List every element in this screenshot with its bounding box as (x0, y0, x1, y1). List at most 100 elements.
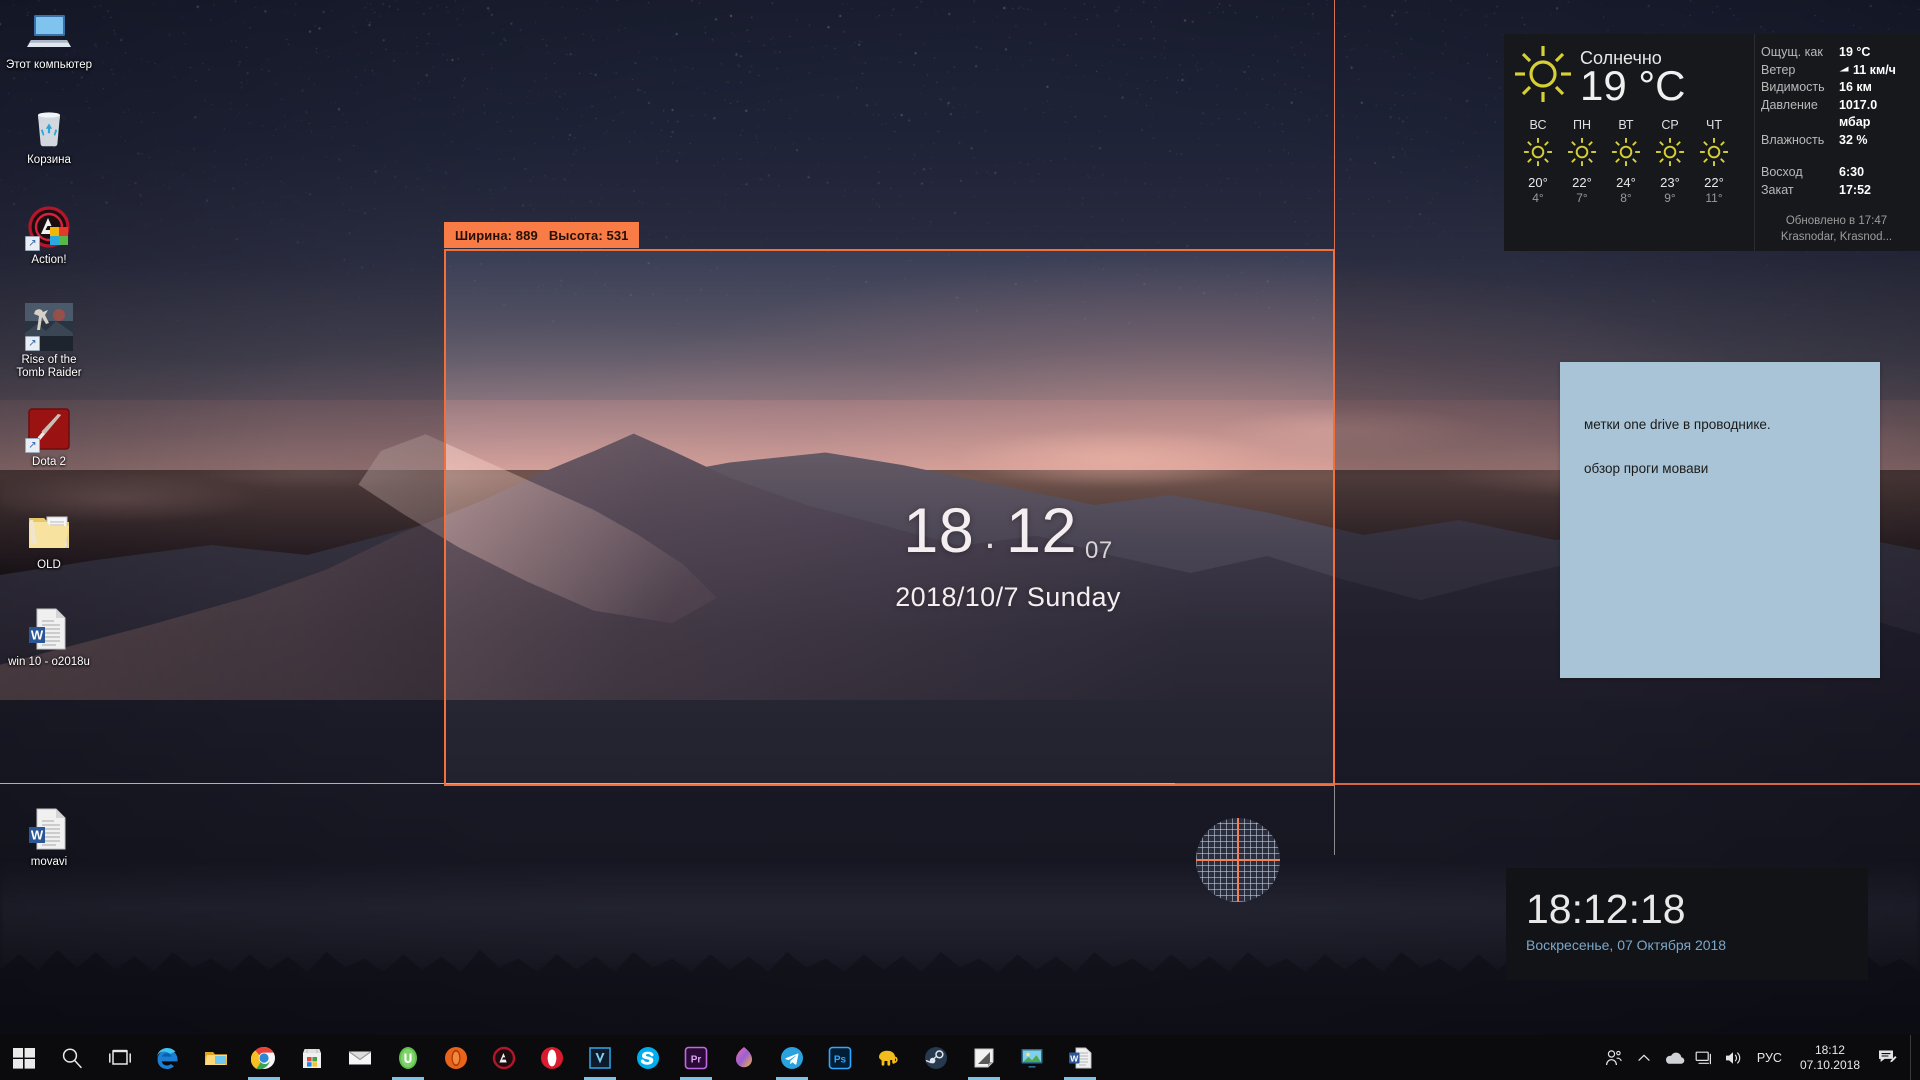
weather-detail-value: 11 км/ч (1839, 62, 1896, 80)
edge-icon (155, 1045, 181, 1071)
taskbar-item-steam[interactable] (912, 1035, 960, 1080)
onedrive-icon[interactable] (1659, 1035, 1689, 1080)
taskbar-item-edge[interactable] (144, 1035, 192, 1080)
taskbar-item-word[interactable]: W (1056, 1035, 1104, 1080)
taskbar-item-utorrent[interactable] (384, 1035, 432, 1080)
weather-details-list: Ощущ. как 19 °C Ветер 11 км/ч Видимость 16 км… (1761, 44, 1912, 149)
taskbar-item-opera-gx[interactable] (432, 1035, 480, 1080)
weather-forecast-low: 9° (1664, 191, 1676, 205)
svg-text:Pr: Pr (691, 1054, 702, 1065)
weather-forecast-day-name: ПН (1572, 118, 1591, 132)
desktop-icon-movavi-doc[interactable]: Wmovavi (6, 805, 92, 869)
sticky-note-line-1: метки one drive в проводнике. (1584, 417, 1771, 432)
desktop-icon-label: win 10 - o2018u (8, 656, 90, 668)
weather-forecast-low: 11° (1705, 191, 1723, 205)
sticky-note[interactable]: метки one drive в проводнике. обзор прог… (1560, 362, 1880, 678)
sticky-notes-icon (971, 1045, 997, 1071)
chrome-icon (251, 1045, 277, 1071)
action-app-icon (491, 1045, 517, 1071)
search-button[interactable] (48, 1035, 96, 1080)
desktop-icon-action-app[interactable]: ↗ Action! (6, 203, 92, 267)
desktop-icon-label: Action! (31, 254, 67, 266)
desktop-icon-recycle-bin[interactable]: Корзина (6, 103, 92, 167)
taskbar-item-notes[interactable] (960, 1035, 1008, 1080)
capture-selection-rectangle[interactable] (444, 249, 1335, 786)
weather-forecast-high: 22° (1572, 175, 1592, 190)
taskbar-item-photoshop[interactable]: Ps (816, 1035, 864, 1080)
clock-widget[interactable]: 18:12:18 Воскресенье, 07 Октября 2018 (1506, 868, 1868, 980)
weather-forecast-day: ЧТ 22° 11° (1692, 118, 1736, 205)
taskbar-item-store[interactable] (288, 1035, 336, 1080)
taskbar-item-vegas[interactable] (576, 1035, 624, 1080)
desktop-icon-rise-tomb-raider[interactable]: ↗ Rise of the Tomb Raider (6, 303, 92, 380)
svg-text:W: W (31, 828, 44, 843)
taskbar-item-explorer[interactable] (192, 1035, 240, 1080)
people-icon[interactable] (1599, 1035, 1629, 1080)
opera-icon (539, 1045, 565, 1071)
desktop-icon-old-folder[interactable]: OLD (6, 508, 92, 572)
show-desktop-button[interactable] (1910, 1035, 1918, 1080)
desktop-icon-label: Dota 2 (32, 456, 66, 468)
weather-forecast-day: СР 23° 9° (1648, 118, 1692, 205)
dota2-icon: ↗ (25, 405, 73, 453)
network-icon[interactable] (1689, 1035, 1719, 1080)
weather-details-panel: Ощущ. как 19 °C Ветер 11 км/ч Видимость 16 км… (1754, 34, 1920, 251)
taskbar-item-mail[interactable] (336, 1035, 384, 1080)
vegas-pro-icon (587, 1045, 613, 1071)
shortcut-arrow-icon: ↗ (25, 236, 40, 251)
computer-icon (25, 8, 73, 56)
desktop-icon-label: Rise of the Tomb Raider (16, 354, 82, 379)
svg-text:W: W (31, 628, 44, 643)
weather-detail-row: Видимость 16 км (1761, 79, 1912, 97)
desktop-icon-label: Корзина (27, 154, 71, 166)
action-center-icon[interactable] (1870, 1035, 1904, 1080)
weather-forecast-low: 7° (1576, 191, 1588, 205)
weather-current-panel: Солнечно 19 °C ВС 20° 4° ПН 22° 7° ВТ 24° 8° СР 23… (1504, 34, 1754, 251)
capture-size-tooltip: Ширина: 889 Высота: 531 (444, 222, 640, 248)
weather-widget[interactable]: Солнечно 19 °C ВС 20° 4° ПН 22° 7° ВТ 24° 8° СР 23… (1504, 34, 1920, 251)
start-button[interactable] (0, 1035, 48, 1080)
weather-forecast-day: ПН 22° 7° (1560, 118, 1604, 205)
desktop-icon-this-pc[interactable]: Этот компьютер (6, 8, 92, 72)
language-indicator[interactable]: РУС (1749, 1051, 1790, 1065)
taskbar-item-telegram[interactable] (768, 1035, 816, 1080)
taskbar-item-premiere[interactable]: Pr (672, 1035, 720, 1080)
mail-icon (347, 1045, 373, 1071)
taskbar-item-opera[interactable] (528, 1035, 576, 1080)
weather-temperature: 19 °C (1580, 62, 1686, 109)
weather-sun-key: Закат (1761, 183, 1794, 197)
weather-sun-key: Восход (1761, 165, 1803, 179)
taskbar-item-skype[interactable] (624, 1035, 672, 1080)
capture-height-label: Высота: 531 (548, 227, 629, 243)
taskbar-clock[interactable]: 18:12 07.10.2018 (1790, 1043, 1870, 1073)
weather-sun-value: 6:30 (1839, 165, 1865, 179)
desktop-icon-win10-doc[interactable]: Wwin 10 - o2018u (6, 605, 92, 669)
weather-forecast-day-name: СР (1661, 118, 1679, 132)
weather-sun-row: Восход 6:30 (1761, 163, 1912, 181)
weather-updated: Обновлено в 17:47 (1785, 215, 1888, 227)
opera-gx-icon (443, 1045, 469, 1071)
sun-icon (1648, 137, 1692, 172)
taskbar-item-chrome[interactable] (240, 1035, 288, 1080)
system-tray: РУС 18:12 07.10.2018 (1599, 1035, 1920, 1080)
taskbar-item-php[interactable] (864, 1035, 912, 1080)
taskbar-item-action[interactable] (480, 1035, 528, 1080)
task-view-button[interactable] (96, 1035, 144, 1080)
capture-width-label: Ширина: 889 (455, 227, 538, 243)
desktop-icon-label: Этот компьютер (6, 59, 92, 71)
wallpaper-engine-icon (1019, 1045, 1045, 1071)
action-app-icon: ↗ (25, 203, 73, 251)
taskbar-item-wallpaper[interactable] (1008, 1035, 1056, 1080)
show-hidden-icons-icon[interactable] (1629, 1035, 1659, 1080)
weather-detail-row: Давление 1017.0 мбар (1761, 97, 1912, 132)
elephant-icon (875, 1045, 901, 1071)
sticky-note-line-2: обзор проги мовави (1584, 461, 1709, 476)
capture-guide-vertical (1334, 0, 1335, 250)
sun-icon (1512, 43, 1574, 110)
photoshop-icon: Ps (827, 1045, 853, 1071)
microsoft-store-icon (299, 1045, 325, 1071)
desktop-icon-dota-2[interactable]: ↗ Dota 2 (6, 405, 92, 469)
volume-icon[interactable] (1719, 1035, 1749, 1080)
taskbar-item-movavi[interactable] (720, 1035, 768, 1080)
weather-forecast-high: 24° (1616, 175, 1636, 190)
